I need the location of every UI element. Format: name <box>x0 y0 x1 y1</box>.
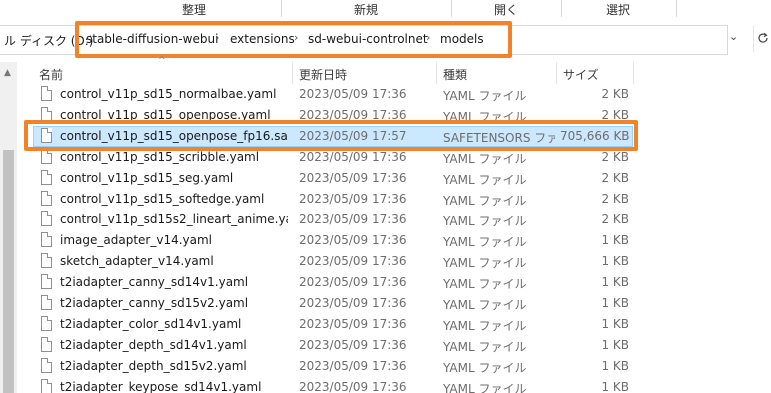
column-header-date[interactable]: 更新日時 <box>299 66 347 83</box>
file-icon <box>41 274 52 289</box>
file-name: control_v11p_sd15s2_lineart_anime.yaml <box>60 212 288 226</box>
ribbon-group-organize[interactable]: 整理 <box>102 0 282 17</box>
scrollbar-thumb[interactable] <box>3 150 14 393</box>
ribbon-group-open[interactable]: 開く <box>452 0 562 17</box>
file-type: YAML ファイル <box>443 89 527 103</box>
file-name: control_v11p_sd15_seg.yaml <box>60 171 234 185</box>
file-date: 2023/05/09 17:36 <box>299 359 407 373</box>
file-name: control_v11p_sd15_scribble.yaml <box>60 150 260 164</box>
sort-ascending-icon: ^ <box>158 56 166 66</box>
file-size: 1 KB <box>601 317 629 331</box>
file-name: t2iadapter_keypose_sd14v1.yaml <box>60 380 262 393</box>
file-icon <box>41 358 52 373</box>
column-divider[interactable] <box>292 62 293 84</box>
file-type: YAML ファイル <box>443 152 527 166</box>
file-date: 2023/05/09 17:36 <box>299 254 407 268</box>
file-type: YAML ファイル <box>443 361 527 375</box>
address-highlight-box <box>75 21 512 58</box>
file-date: 2023/05/09 17:36 <box>299 171 407 185</box>
file-name: image_adapter_v14.yaml <box>60 233 213 247</box>
file-type: YAML ファイル <box>443 194 527 208</box>
file-size: 1 KB <box>601 254 629 268</box>
column-divider[interactable] <box>556 62 557 84</box>
ribbon-group-new[interactable]: 新規 <box>282 0 452 17</box>
file-size: 1 KB <box>601 380 629 393</box>
file-type: YAML ファイル <box>443 340 527 354</box>
ribbon-group-select[interactable]: 選択 <box>562 0 677 17</box>
file-name: t2iadapter_depth_sd14v1.yaml <box>60 338 247 352</box>
file-name: control_v11p_sd15_softedge.yaml <box>60 192 265 206</box>
refresh-button[interactable] <box>753 26 771 52</box>
file-date: 2023/05/09 17:36 <box>299 380 407 393</box>
ribbon-group-label: 選択 <box>606 3 631 17</box>
file-size: 1 KB <box>601 233 629 247</box>
column-divider[interactable] <box>436 62 437 84</box>
column-header-name[interactable]: 名前 <box>39 66 63 83</box>
ribbon-group-label: 整理 <box>182 3 207 17</box>
file-icon <box>41 337 52 352</box>
file-icon <box>41 211 52 226</box>
column-header-size[interactable]: サイズ <box>563 66 599 83</box>
file-size: 1 KB <box>601 275 629 289</box>
file-type: YAML ファイル <box>443 298 527 312</box>
selected-row-highlight-box <box>24 120 638 151</box>
file-type: YAML ファイル <box>443 319 527 333</box>
file-date: 2023/05/09 17:36 <box>299 275 407 289</box>
file-size: 1 KB <box>601 338 629 352</box>
file-date: 2023/05/09 17:36 <box>299 192 407 206</box>
file-name: t2iadapter_color_sd14v1.yaml <box>60 317 242 331</box>
file-date: 2023/05/09 17:36 <box>299 87 407 101</box>
column-header-type[interactable]: 種類 <box>443 66 467 83</box>
file-icon <box>41 191 52 206</box>
file-type: YAML ファイル <box>443 277 527 291</box>
file-icon <box>41 232 52 247</box>
file-date: 2023/05/09 17:36 <box>299 338 407 352</box>
file-icon <box>41 379 52 393</box>
file-name: sketch_adapter_v14.yaml <box>60 254 214 268</box>
file-date: 2023/05/09 17:36 <box>299 150 407 164</box>
file-date: 2023/05/09 17:36 <box>299 212 407 226</box>
file-name: control_v11p_sd15_normalbae.yaml <box>60 87 277 101</box>
chevron-down-icon[interactable]: ⌄ <box>729 30 738 43</box>
file-size: 1 KB <box>601 359 629 373</box>
file-size: 2 KB <box>601 171 629 185</box>
file-date: 2023/05/09 17:36 <box>299 296 407 310</box>
file-date: 2023/05/09 17:36 <box>299 233 407 247</box>
file-type: YAML ファイル <box>443 235 527 249</box>
file-type: YAML ファイル <box>443 256 527 270</box>
file-name: t2iadapter_depth_sd15v2.yaml <box>60 359 247 373</box>
column-divider[interactable] <box>633 62 634 84</box>
ribbon-group-strip: 整理 新規 開く 選択 <box>0 0 771 17</box>
refresh-icon <box>758 32 768 43</box>
file-type: YAML ファイル <box>443 382 527 393</box>
file-icon <box>41 253 52 268</box>
file-size: 2 KB <box>601 212 629 226</box>
file-icon <box>41 86 52 101</box>
file-date: 2023/05/09 17:36 <box>299 317 407 331</box>
file-icon <box>41 295 52 310</box>
file-type: YAML ファイル <box>443 214 527 228</box>
file-size: 2 KB <box>601 150 629 164</box>
file-size: 1 KB <box>601 296 629 310</box>
file-size: 2 KB <box>601 87 629 101</box>
file-type: YAML ファイル <box>443 173 527 187</box>
file-icon <box>41 149 52 164</box>
file-icon <box>41 170 52 185</box>
file-size: 2 KB <box>601 192 629 206</box>
ribbon-group-label: 開く <box>494 3 519 17</box>
file-icon <box>41 316 52 331</box>
file-name: t2iadapter_canny_sd15v2.yaml <box>60 296 249 310</box>
ribbon-group-label: 新規 <box>354 3 379 17</box>
file-name: t2iadapter_canny_sd14v1.yaml <box>60 275 249 289</box>
scroll-up-arrow-icon[interactable]: ▲ <box>4 68 11 78</box>
